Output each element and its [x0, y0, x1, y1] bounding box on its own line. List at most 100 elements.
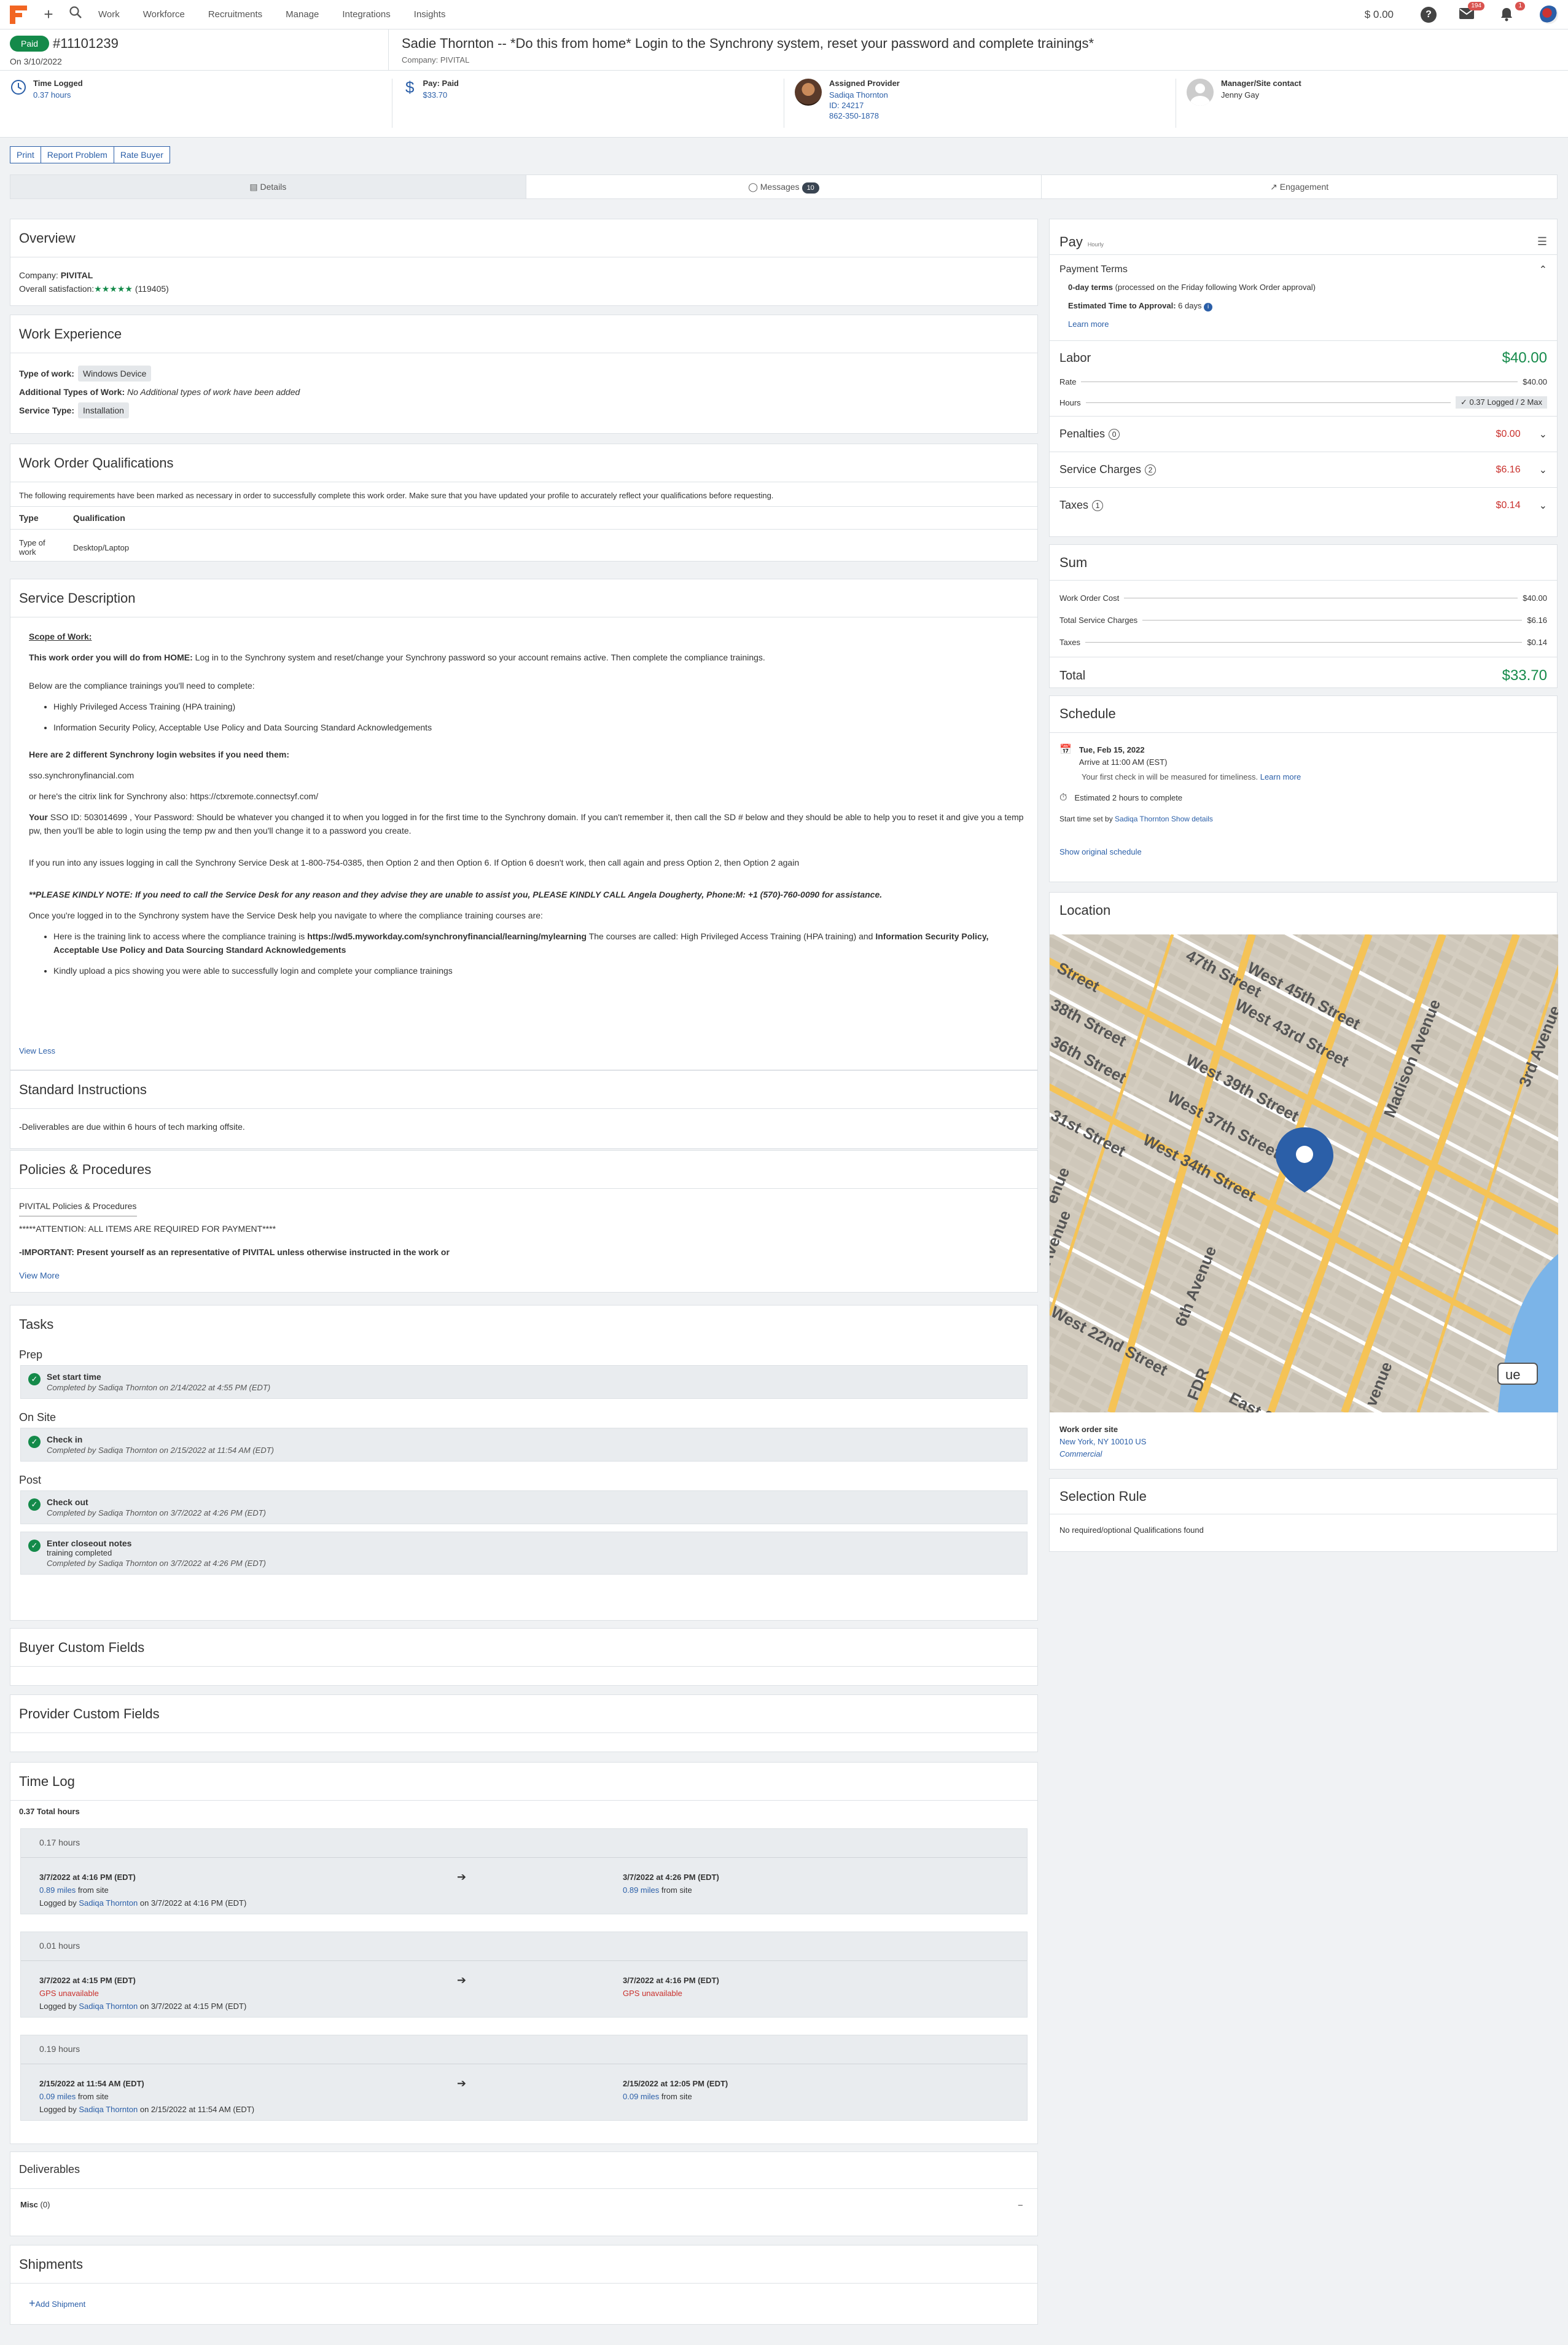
hours-pill: ✓ 0.37 Logged / 2 Max — [1455, 396, 1547, 409]
penalties-row[interactable]: Penalties 0 $0.00 ⌄ — [1050, 416, 1557, 452]
selection-rule-title: Selection Rule — [1050, 1479, 1557, 1514]
qualifications-title: Work Order Qualifications — [10, 444, 1037, 482]
account-balance[interactable]: $ 0.00 — [1365, 9, 1394, 21]
standard-instructions-card: Standard Instructions -Deliverables are … — [10, 1070, 1038, 1149]
site-address-link[interactable]: New York, NY 10010 US — [1059, 1437, 1146, 1446]
view-more-link[interactable]: View More — [19, 1269, 1029, 1282]
type-of-work-pill: Windows Device — [77, 366, 152, 382]
collapse-icon[interactable]: – — [1018, 2200, 1023, 2209]
buyer-custom-fields-title: Buyer Custom Fields — [10, 1629, 1037, 1667]
provider-avatar[interactable] — [795, 79, 822, 106]
chevron-up-icon[interactable]: ⌃ — [1539, 264, 1547, 276]
arrow-right-icon: ➔ — [457, 1871, 467, 1883]
details-icon: ▤ — [249, 182, 260, 192]
work-order-number: #11101239 — [53, 36, 119, 51]
schedule-card: Schedule 📅 Tue, Feb 15, 2022 Arrive at 11:… — [1049, 695, 1558, 882]
stat-manager: Manager/Site contact Jenny Gay — [1187, 79, 1301, 128]
nav-workforce[interactable]: Workforce — [143, 9, 185, 20]
show-details-link[interactable]: Show details — [1171, 815, 1213, 823]
manager-name: Jenny Gay — [1221, 90, 1260, 100]
service-charges-row[interactable]: Service Charges 2 $6.16 ⌄ — [1050, 452, 1557, 487]
schedule-title: Schedule — [1050, 696, 1557, 733]
tab-engagement[interactable]: ↗ Engagement — [1042, 175, 1558, 198]
work-experience-title: Work Experience — [10, 315, 1037, 353]
shipments-card: Shipments +Add Shipment — [10, 2245, 1038, 2325]
dollar-icon: $ — [405, 78, 415, 96]
site-type: Commercial — [1059, 1449, 1102, 1458]
arrow-right-icon: ➔ — [457, 1974, 467, 1986]
site-label: Work order site — [1059, 1425, 1118, 1434]
provider-name-link[interactable]: Sadiqa Thornton — [829, 90, 900, 100]
report-problem-button[interactable]: Report Problem — [41, 146, 114, 163]
service-description-card: Service Description Scope of Work: This … — [10, 579, 1038, 1070]
shipments-title: Shipments — [10, 2245, 1037, 2284]
user-avatar[interactable] — [1540, 5, 1558, 24]
bell-icon[interactable]: 1 — [1499, 1, 1525, 23]
add-shipment-button[interactable]: +Add Shipment — [10, 2284, 1037, 2323]
chevron-down-icon[interactable]: ⌄ — [1539, 428, 1547, 440]
time-logged-label: Time Logged — [33, 79, 83, 88]
time-logged-value: 0.37 hours — [33, 90, 71, 100]
qualifications-table: Type Qualification Type of work Desktop/La… — [10, 506, 1037, 565]
nav-work[interactable]: Work — [98, 9, 120, 20]
show-original-schedule-link[interactable]: Show original schedule — [1059, 846, 1547, 858]
tab-messages[interactable]: ◯ Messages 10 — [526, 175, 1042, 198]
arrow-right-icon: ➔ — [457, 2077, 467, 2089]
overview-card: Overview Company: PIVITAL Overall satisf… — [10, 219, 1038, 306]
header-divider — [0, 70, 1568, 71]
messages-icon[interactable]: 194 — [1459, 1, 1484, 23]
learn-more-link[interactable]: Learn more — [1068, 315, 1557, 334]
chevron-down-icon[interactable]: ⌄ — [1539, 464, 1547, 476]
top-navigation: + Work Workforce Recruitments Manage Int… — [0, 0, 1568, 29]
training-link[interactable]: https://wd5.myworkday.com/synchronyfinan… — [307, 931, 587, 941]
task-item[interactable]: ✓ Enter closeout notes training completed C… — [20, 1532, 1028, 1575]
header-divider — [388, 29, 389, 70]
notifications-badge: 1 — [1515, 1, 1525, 10]
plus-icon: + — [29, 2297, 36, 2309]
search-icon[interactable] — [69, 6, 87, 24]
pay-title: Pay — [1059, 233, 1083, 249]
nav-insights[interactable]: Insights — [414, 9, 446, 20]
trend-icon: ↗ — [1270, 182, 1280, 192]
status-badge: Paid — [10, 36, 50, 52]
info-icon[interactable]: i — [1204, 303, 1213, 311]
deliverables-misc-row[interactable]: Misc (0) – — [10, 2189, 1037, 2209]
print-button[interactable]: Print — [10, 146, 41, 163]
list-icon[interactable]: ☰ — [1537, 235, 1547, 248]
provider-id: ID: 24217 — [829, 101, 864, 110]
satisfaction-count[interactable]: (119405) — [135, 284, 169, 294]
messages-badge: 194 — [1468, 1, 1484, 10]
policies-card: Policies & Procedures PIVITAL Policies &… — [10, 1150, 1038, 1293]
create-plus-icon[interactable]: + — [39, 5, 58, 24]
messages-count-badge: 10 — [802, 182, 819, 194]
check-icon: ✓ — [1460, 397, 1470, 407]
stopwatch-icon: ⏱ — [1059, 793, 1067, 803]
nav-recruitments[interactable]: Recruitments — [208, 9, 262, 20]
work-order-company: Company: PIVITAL — [402, 55, 470, 65]
time-log-entry: 0.01 hours 3/7/2022 at 4:15 PM (EDT) GPS … — [20, 1932, 1028, 2018]
task-item[interactable]: ✓ Set start time Completed by Sadiqa Thorn… — [20, 1365, 1028, 1399]
help-icon[interactable]: ? — [1421, 6, 1437, 23]
clock-icon — [11, 80, 26, 95]
provider-custom-fields-title: Provider Custom Fields — [10, 1695, 1037, 1733]
task-item[interactable]: ✓ Check in Completed by Sadiqa Thornton on… — [20, 1428, 1028, 1462]
info-circle-icon: 2 — [1145, 464, 1156, 476]
stat-time-logged: Time Logged 0.37 hours — [10, 79, 83, 128]
nav-manage[interactable]: Manage — [286, 9, 319, 20]
fieldnation-logo[interactable] — [10, 5, 27, 24]
deliverables-title: Deliverables — [10, 2152, 1037, 2189]
location-map[interactable]: 47th Street West 45th Street West 43rd S… — [1050, 934, 1558, 1412]
learn-more-link[interactable]: Learn more — [1260, 772, 1301, 781]
provider-phone[interactable]: 862-350-1878 — [829, 111, 900, 120]
sum-card: Sum Work Order Cost $40.00 Total Service … — [1049, 544, 1558, 688]
view-less-link[interactable]: View Less — [19, 1046, 55, 1055]
tab-details[interactable]: ▤ Details — [10, 175, 526, 198]
person-placeholder-icon — [1187, 79, 1214, 106]
taxes-row[interactable]: Taxes 1 $0.14 ⌄ — [1050, 487, 1557, 523]
nav-integrations[interactable]: Integrations — [342, 9, 390, 20]
stat-pay: $ Pay: Paid $33.70 — [405, 79, 459, 128]
time-log-total: 0.37 Total hours — [19, 1807, 80, 1816]
chevron-down-icon[interactable]: ⌄ — [1539, 499, 1547, 512]
rate-buyer-button[interactable]: Rate Buyer — [114, 146, 170, 163]
task-item[interactable]: ✓ Check out Completed by Sadiqa Thornton o… — [20, 1490, 1028, 1524]
